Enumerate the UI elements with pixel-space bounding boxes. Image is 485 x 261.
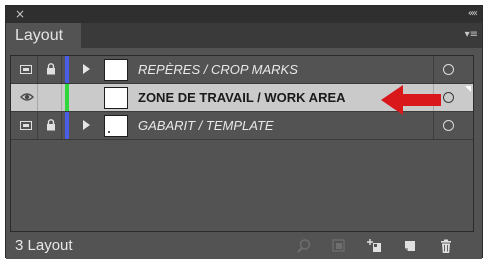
layer-name[interactable]: REPÈRES / CROP MARKS xyxy=(138,56,298,83)
panel-titlebar: × «« xyxy=(6,6,482,23)
search-icon[interactable] xyxy=(296,238,312,254)
divider xyxy=(433,112,434,139)
selected-art-indicator-icon xyxy=(465,86,471,92)
layer-color-indicator xyxy=(65,56,69,83)
annotation-arrow-icon xyxy=(381,85,441,115)
layer-color-indicator xyxy=(65,84,69,111)
lock-icon xyxy=(47,119,55,131)
layer-color-indicator xyxy=(65,112,69,139)
layer-row-crop-marks[interactable]: REPÈRES / CROP MARKS xyxy=(11,56,473,84)
panel-footer: 3 Layout xyxy=(6,233,482,259)
new-layer-icon[interactable] xyxy=(402,238,418,254)
layer-name[interactable]: ZONE DE TRAVAIL / WORK AREA xyxy=(138,84,346,111)
make-clipping-mask-icon[interactable] xyxy=(331,238,347,254)
lock-icon xyxy=(47,63,55,75)
visibility-toggle[interactable] xyxy=(16,56,38,83)
trash-icon[interactable] xyxy=(438,238,454,254)
layer-row-template[interactable]: GABARIT / TEMPLATE xyxy=(11,112,473,140)
layer-thumbnail xyxy=(104,87,128,109)
visibility-toggle-icon xyxy=(20,121,32,130)
layer-thumbnail xyxy=(104,59,128,81)
lock-toggle[interactable] xyxy=(40,84,62,111)
lock-toggle[interactable] xyxy=(40,56,62,83)
visibility-toggle-icon xyxy=(20,65,32,74)
tab-layout[interactable]: Layout xyxy=(6,23,81,48)
layers-panel: × «« Layout ▾≡ REPÈRES / CROP MARKS ZONE… xyxy=(5,5,483,259)
collapse-icon[interactable]: «« xyxy=(468,7,478,21)
layer-name[interactable]: GABARIT / TEMPLATE xyxy=(138,112,274,139)
panel-tab-row: Layout ▾≡ xyxy=(6,23,482,48)
visibility-toggle[interactable] xyxy=(16,84,38,111)
target-circle-icon[interactable] xyxy=(443,64,454,75)
target-circle-icon[interactable] xyxy=(443,92,454,103)
layer-count: 3 Layout xyxy=(15,237,73,254)
layer-list: REPÈRES / CROP MARKS ZONE DE TRAVAIL / W… xyxy=(10,55,474,232)
panel-menu-icon[interactable]: ▾≡ xyxy=(462,29,478,41)
layer-thumbnail xyxy=(104,115,128,137)
lock-toggle[interactable] xyxy=(40,112,62,139)
expand-triangle-icon[interactable] xyxy=(83,64,90,74)
close-icon[interactable]: × xyxy=(15,7,25,21)
eye-icon xyxy=(20,93,34,101)
target-circle-icon[interactable] xyxy=(443,120,454,131)
create-sublayer-icon[interactable] xyxy=(366,238,382,254)
visibility-toggle[interactable] xyxy=(16,112,38,139)
divider xyxy=(433,56,434,83)
expand-triangle-icon[interactable] xyxy=(83,120,90,130)
